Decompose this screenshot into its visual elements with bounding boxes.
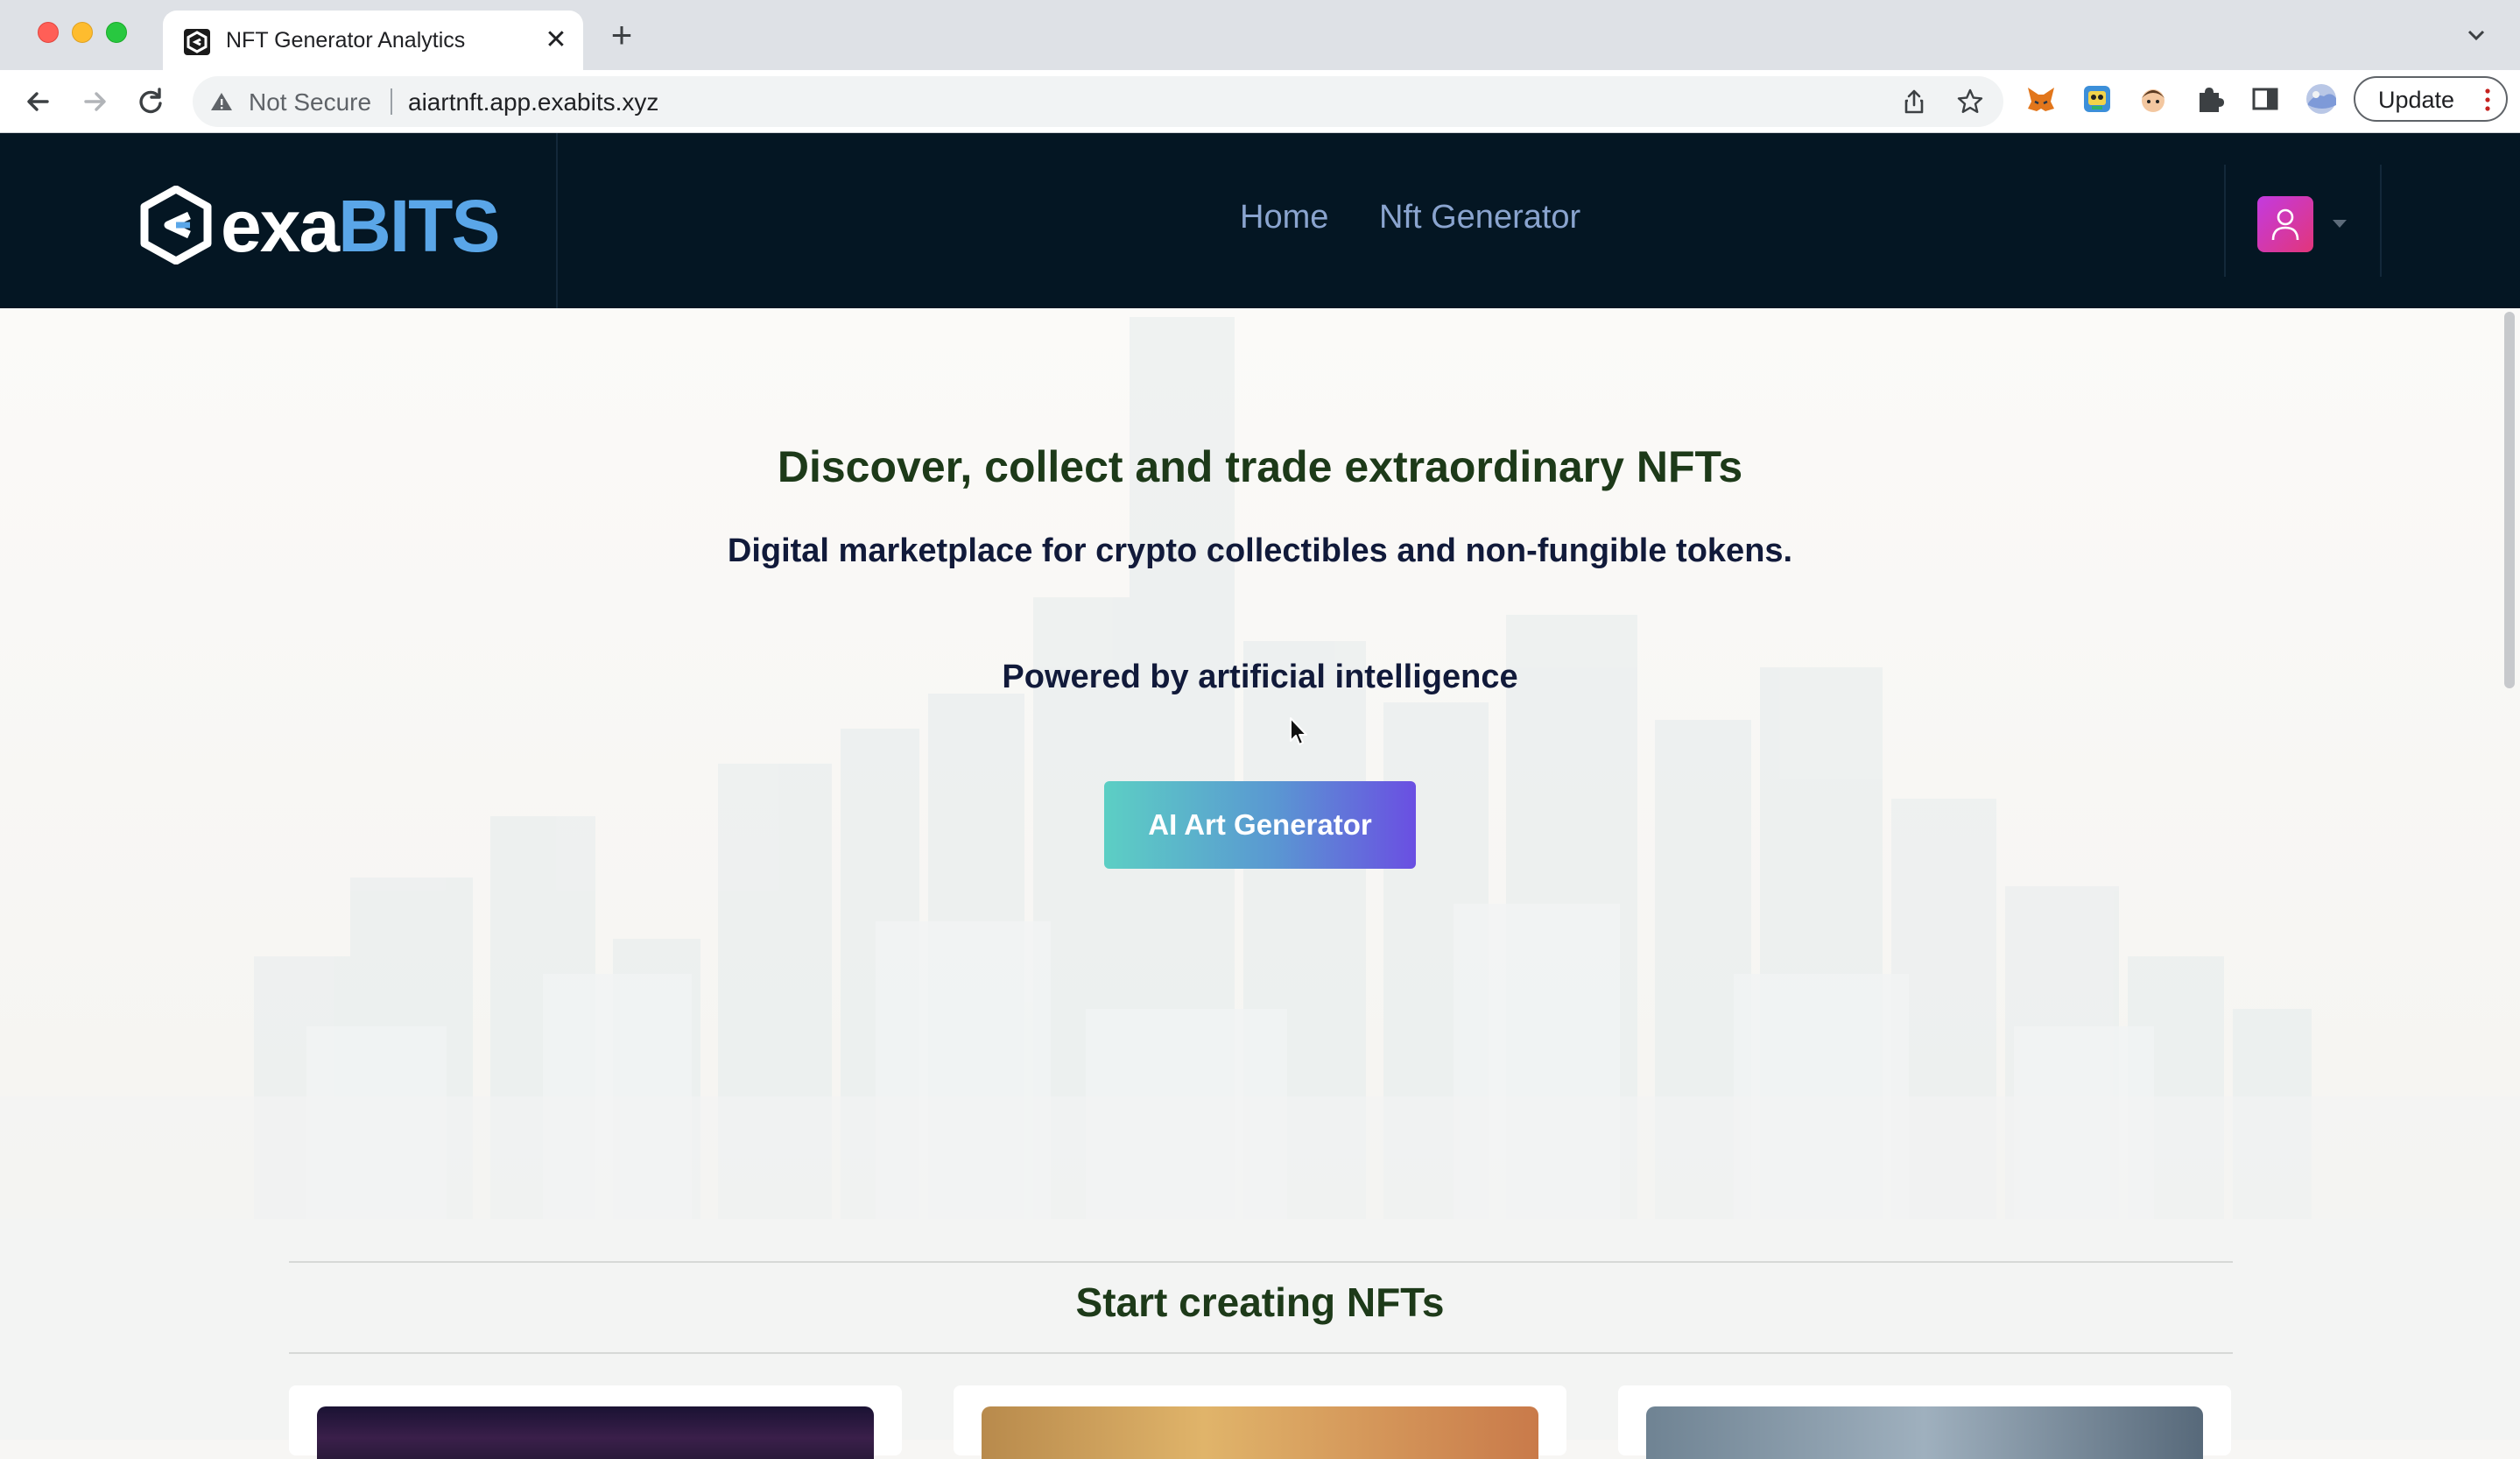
user-icon	[2271, 208, 2299, 241]
bookmark-star-icon[interactable]	[1956, 88, 1984, 116]
hero-powered-by: Powered by artificial intelligence	[1002, 659, 1518, 695]
nft-card[interactable]	[954, 1385, 1566, 1459]
nft-card-image	[1646, 1406, 2203, 1459]
browser-toolbar: Not Secure aiartnft.app.exabits.xyz Upda…	[0, 70, 2520, 133]
hero-title: Discover, collect and trade extraordinar…	[777, 442, 1743, 491]
header-divider	[2224, 165, 2226, 277]
kebab-menu-icon[interactable]	[2478, 87, 2497, 113]
logo-wordmark: exaBITS	[221, 189, 501, 263]
section-divider	[289, 1352, 2233, 1354]
section-title: Start creating NFTs	[1075, 1279, 1445, 1325]
tab-close-icon[interactable]: ✕	[541, 25, 571, 55]
nav-link-home[interactable]: Home	[1240, 199, 1328, 236]
profile-avatar-icon[interactable]	[2305, 82, 2338, 116]
side-panel-icon[interactable]	[2249, 82, 2282, 116]
cta-label: AI Art Generator	[1148, 808, 1372, 841]
browser-update-button[interactable]: Update	[2354, 76, 2508, 122]
site-header: exaBITS Home Nft Generator	[0, 133, 2520, 308]
exabits-logo-mark-icon	[140, 186, 212, 264]
section-divider	[289, 1261, 2233, 1263]
address-bar[interactable]: Not Secure aiartnft.app.exabits.xyz	[193, 76, 2003, 127]
back-arrow-icon[interactable]	[19, 82, 58, 121]
reload-icon[interactable]	[131, 82, 170, 121]
url-text[interactable]: aiartnft.app.exabits.xyz	[408, 88, 658, 116]
user-menu-button[interactable]	[2257, 196, 2313, 252]
warning-icon	[211, 93, 232, 110]
nft-card-image	[982, 1406, 1538, 1459]
ai-art-generator-button[interactable]: AI Art Generator	[1104, 781, 1416, 869]
header-divider	[556, 133, 558, 308]
create-nfts-section: Start creating NFTs	[0, 1219, 2520, 1459]
nft-card[interactable]	[1618, 1385, 2231, 1459]
chevron-down-icon[interactable]	[2462, 21, 2490, 49]
nft-card-image	[317, 1406, 874, 1459]
forward-arrow-icon[interactable]	[75, 82, 114, 121]
hero-subtitle: Digital marketplace for crypto collectib…	[727, 532, 1793, 569]
caret-down-icon[interactable]	[2331, 217, 2348, 229]
update-label: Update	[2378, 87, 2455, 113]
nav-link-nft-generator[interactable]: Nft Generator	[1379, 199, 1580, 236]
metamask-fox-icon[interactable]	[2024, 82, 2058, 116]
logo-prefix: exa	[221, 185, 340, 267]
logo-suffix: BITS	[338, 185, 500, 267]
new-tab-icon[interactable]: +	[604, 17, 639, 53]
exabits-logo[interactable]: exaBITS	[140, 186, 501, 264]
window-zoom-button[interactable]	[106, 22, 127, 43]
extension-face-icon[interactable]	[2136, 82, 2170, 116]
window-minimize-button[interactable]	[72, 22, 93, 43]
browser-tab-active[interactable]: NFT Generator Analytics ✕	[163, 11, 583, 70]
header-divider	[2380, 165, 2382, 277]
tab-title: NFT Generator Analytics	[226, 28, 466, 53]
extension-robot-icon[interactable]	[2080, 82, 2114, 116]
exabits-favicon-icon	[184, 29, 210, 55]
address-bar-separator	[391, 88, 392, 115]
page-scrollbar[interactable]	[2504, 312, 2515, 688]
share-icon[interactable]	[1900, 88, 1928, 116]
browser-tab-strip: NFT Generator Analytics ✕ +	[0, 0, 2520, 70]
security-label[interactable]: Not Secure	[249, 88, 371, 116]
extensions-puzzle-icon[interactable]	[2193, 82, 2226, 116]
nft-card[interactable]	[289, 1385, 902, 1459]
mouse-cursor-icon	[1290, 717, 1307, 745]
hero-section: Discover, collect and trade extraordinar…	[0, 308, 2520, 1219]
window-close-button[interactable]	[38, 22, 59, 43]
